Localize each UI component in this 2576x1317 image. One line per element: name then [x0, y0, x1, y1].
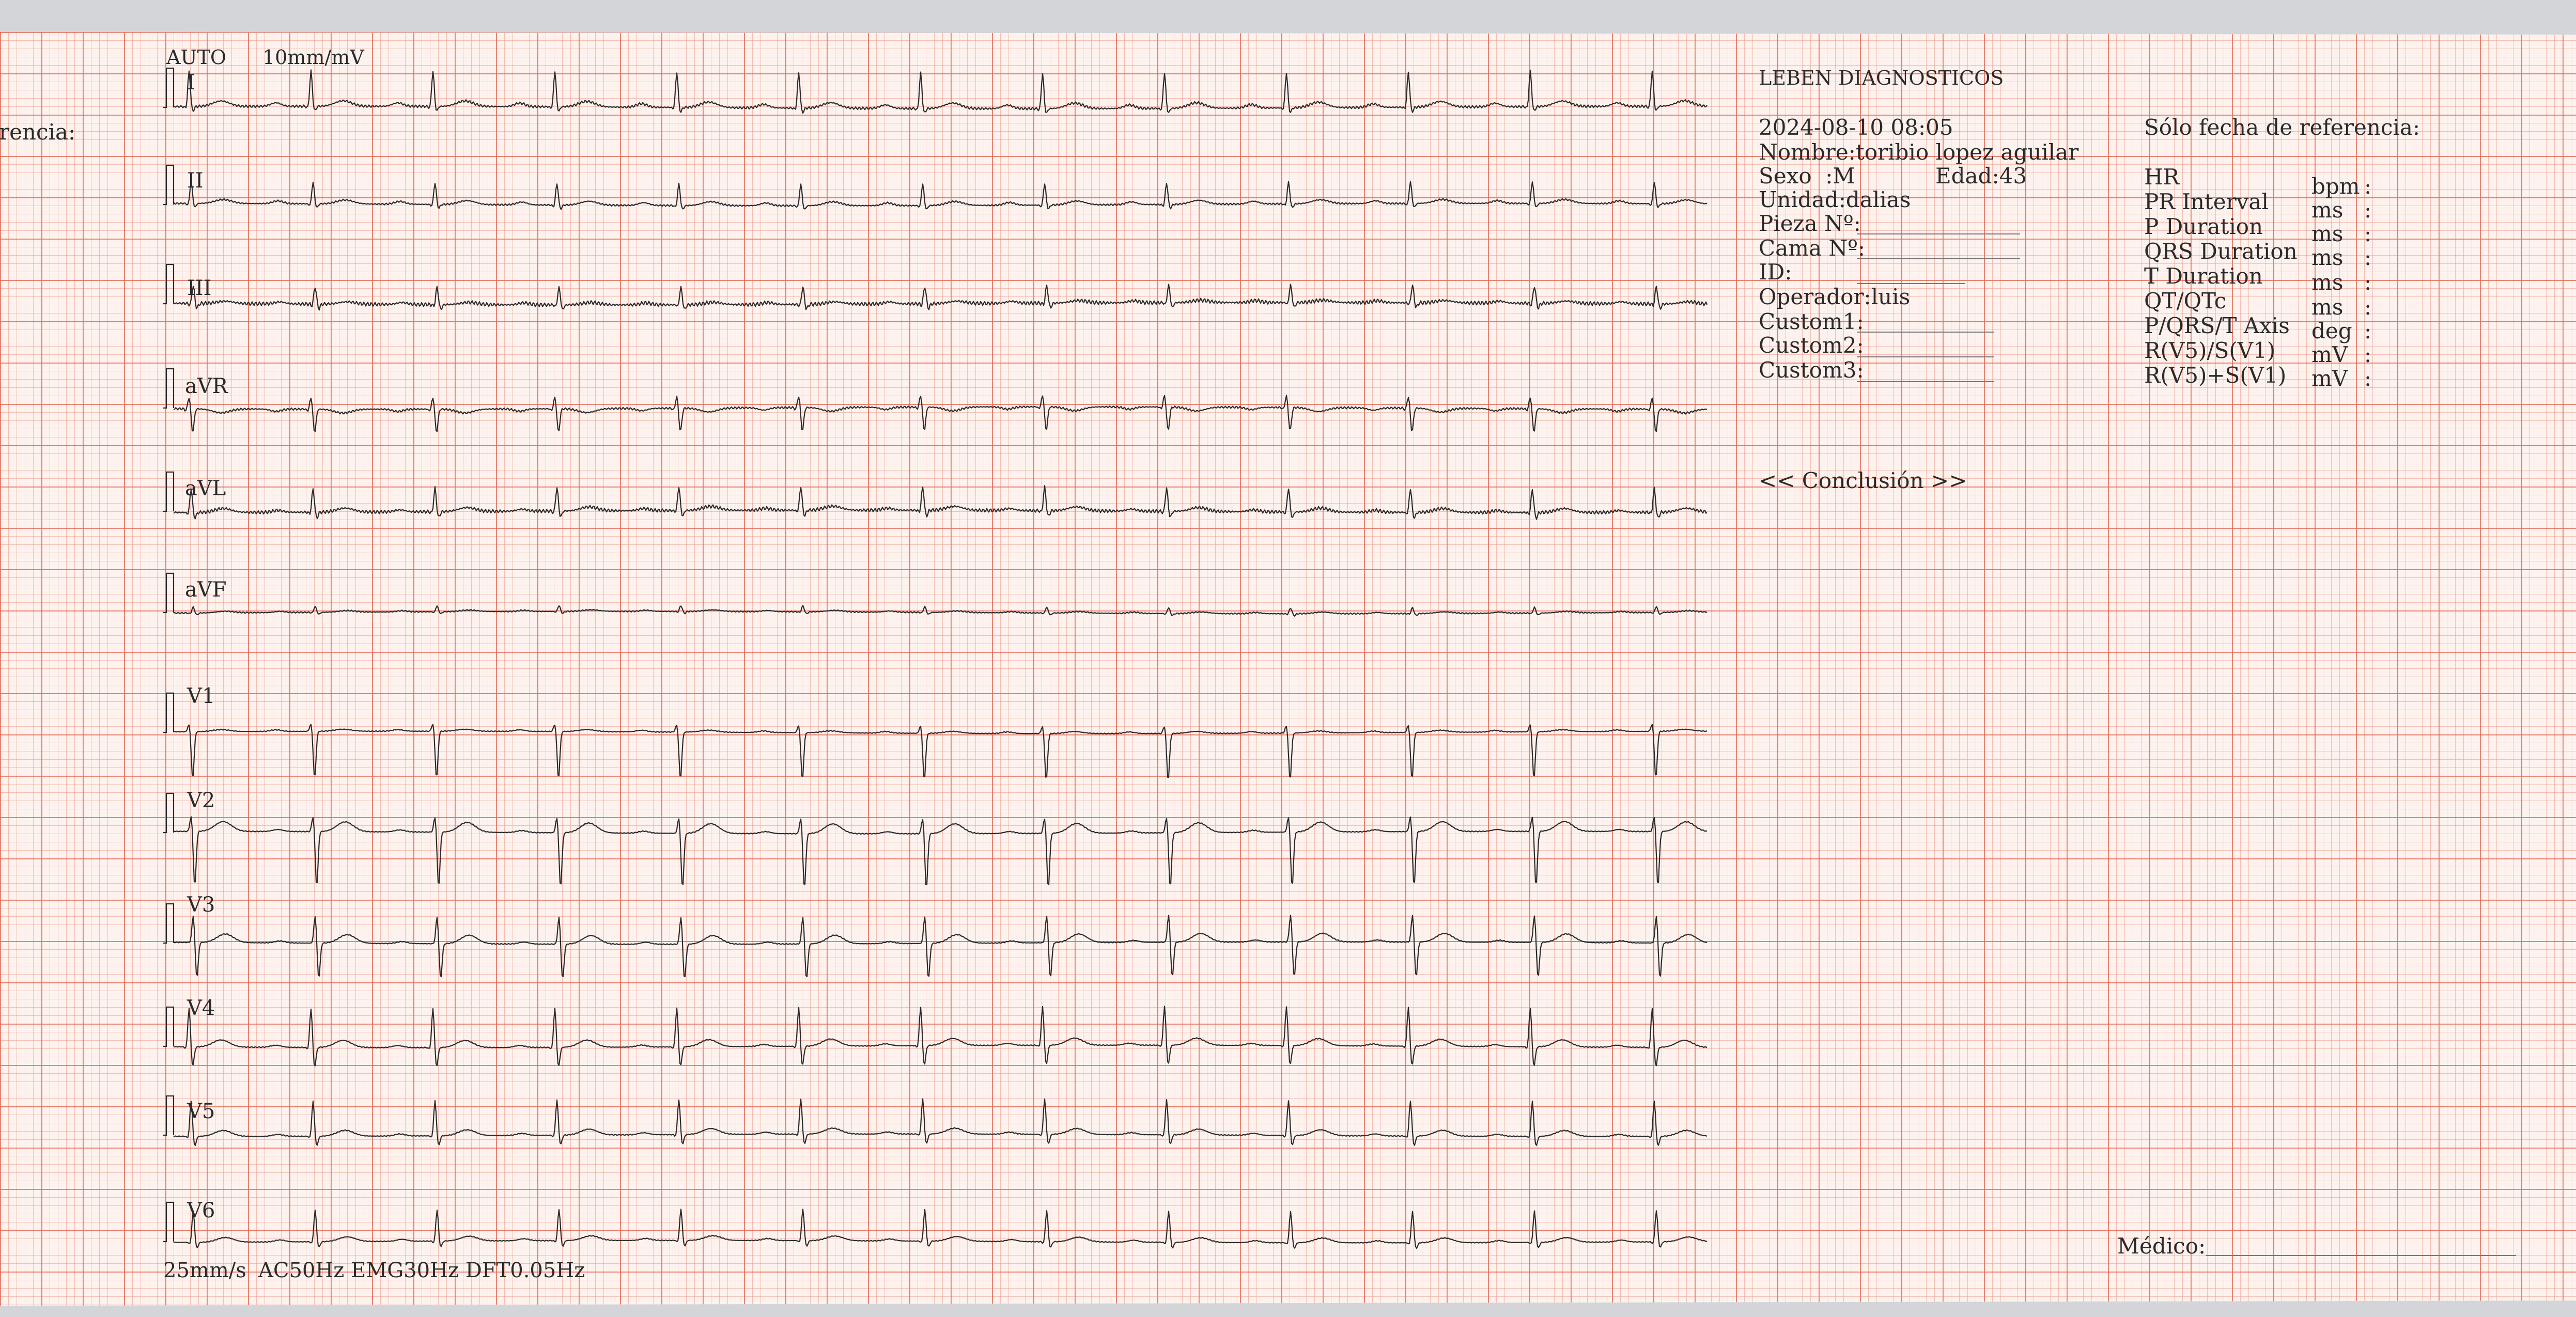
measurement-unit: ms [2311, 270, 2344, 295]
lead-label: V3 [187, 893, 215, 917]
paper-speed: 25mm/s [163, 1259, 246, 1282]
ecg-trace-iii [173, 284, 1708, 311]
measurement-unit: ms [2311, 245, 2344, 270]
physician-signature-line [2206, 1255, 2516, 1256]
measurement-unit: mV [2311, 366, 2348, 391]
calibration-pulse [163, 67, 175, 108]
ecg-trace-v5 [173, 1098, 1708, 1147]
calibration-pulse [163, 792, 175, 834]
ecg-trace-avl [173, 485, 1708, 520]
ecg-trace-v4 [173, 1006, 1708, 1067]
measurement-name: HR [2144, 164, 2180, 190]
lead-label: I [187, 71, 195, 95]
room-blank [1857, 233, 2020, 234]
ecg-trace-ii [173, 181, 1708, 210]
calibration-pulse [163, 692, 175, 733]
physician-label: Médico: [2117, 1233, 2206, 1259]
measurement-value: : [2364, 318, 2372, 343]
lead-label: V1 [187, 684, 215, 708]
measurement-unit: deg [2311, 318, 2352, 343]
custom3-field: Custom3: [1759, 357, 1864, 383]
auto-label: AUTO [166, 46, 226, 69]
custom1-blank [1857, 332, 1994, 333]
measurement-unit: ms [2311, 197, 2344, 223]
conclusion-heading: << Conclusión >> [1759, 468, 1967, 493]
ecg-trace-i [173, 69, 1708, 114]
calibration-pulse [163, 164, 175, 206]
custom1-field: Custom1: [1759, 309, 1864, 334]
patient-operator: Operador:luis [1759, 284, 1911, 309]
measurement-value: : [2364, 245, 2372, 270]
measurement-unit: mV [2311, 342, 2348, 367]
custom2-field: Custom2: [1759, 333, 1864, 358]
lead-label: V2 [187, 789, 215, 812]
measurement-value: : [2364, 342, 2372, 367]
calibration-pulse [163, 471, 175, 512]
measurement-name: QRS Duration [2144, 239, 2298, 264]
patient-id: ID: [1759, 259, 1792, 285]
ecg-trace-v1 [173, 724, 1708, 778]
lead-label: III [187, 276, 212, 300]
measurement-value: : [2364, 270, 2372, 295]
ecg-trace-avr [173, 395, 1708, 432]
calibration-pulse [163, 1006, 175, 1047]
lead-label: aVR [185, 374, 228, 398]
measurement-value: : [2364, 294, 2372, 320]
clinic-name: LEBEN DIAGNOSTICOS [1759, 67, 2004, 89]
lead-label: aVL [185, 477, 226, 500]
lead-label: II [187, 169, 204, 193]
measurement-unit: bpm [2311, 174, 2360, 199]
patient-name: Nombre:toribio lopez aguilar [1759, 139, 2079, 165]
measurement-value: : [2364, 197, 2372, 223]
patient-unit: Unidad:dalias [1759, 187, 1911, 212]
patient-age: Edad:43 [1935, 163, 2027, 189]
measurement-name: R(V5)/S(V1) [2144, 338, 2276, 363]
left-edge-text: rencia: [0, 119, 76, 145]
measurement-name: P Duration [2144, 214, 2263, 239]
measurement-name: T Duration [2144, 263, 2263, 289]
patient-bed: Cama Nº: [1759, 236, 1866, 261]
measurement-name: PR Interval [2144, 189, 2269, 214]
bed-blank [1857, 258, 2020, 259]
ecg-trace-v2 [173, 816, 1708, 885]
reference-date-label: Sólo fecha de referencia: [2144, 115, 2420, 140]
lead-label: aVF [185, 578, 227, 602]
custom2-blank [1857, 356, 1994, 357]
patient-room: Pieza Nº: [1759, 211, 1861, 236]
gain-label: 10mm/mV [262, 46, 364, 69]
measurement-unit: ms [2311, 294, 2344, 320]
measurement-name: QT/QTc [2144, 288, 2227, 313]
ecg-trace-avf [173, 605, 1708, 617]
measurement-name: R(V5)+S(V1) [2144, 363, 2287, 388]
custom3-blank [1857, 381, 1994, 382]
lead-label: V6 [187, 1199, 215, 1222]
patient-sex: Sexo :M [1759, 163, 1855, 189]
lead-label: V5 [187, 1100, 215, 1123]
calibration-pulse [163, 1095, 175, 1136]
measurement-unit: ms [2311, 221, 2344, 246]
calibration-pulse [163, 368, 175, 409]
ecg-trace-v6 [173, 1209, 1708, 1249]
measurement-name: P/QRS/T Axis [2144, 313, 2290, 338]
calibration-pulse [163, 903, 175, 944]
measurement-value: : [2364, 174, 2372, 199]
filter-settings: AC50Hz EMG30Hz DFT0.05Hz [258, 1259, 585, 1282]
exam-datetime: 2024-08-10 08:05 [1759, 115, 1953, 140]
measurement-value: : [2364, 366, 2372, 391]
calibration-pulse [163, 572, 175, 614]
calibration-pulse [163, 1201, 175, 1243]
lead-label: V4 [187, 996, 215, 1020]
ecg-trace-v3 [173, 915, 1708, 978]
calibration-pulse [163, 263, 175, 305]
measurement-value: : [2364, 221, 2372, 246]
